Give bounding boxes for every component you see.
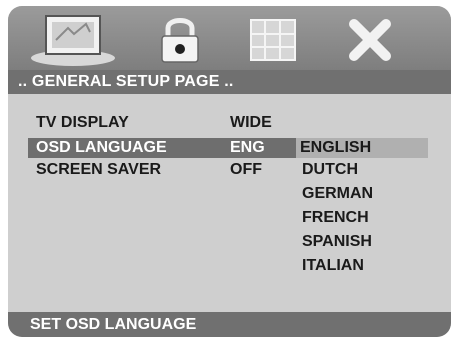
option-english[interactable]: ENGLISH <box>300 137 371 159</box>
option-german[interactable]: GERMAN <box>302 183 373 205</box>
setup-panel: .. GENERAL SETUP PAGE .. TV DISPLAY WIDE… <box>8 6 451 337</box>
menu-item-osd-language[interactable]: OSD LANGUAGE <box>36 137 167 159</box>
option-italian[interactable]: ITALIAN <box>302 255 364 277</box>
lock-icon[interactable] <box>156 14 204 66</box>
menu-item-label: OSD LANGUAGE <box>36 139 167 156</box>
option-spanish[interactable]: SPANISH <box>302 231 372 253</box>
menu-item-tv-display[interactable]: TV DISPLAY <box>36 112 129 134</box>
menu-item-osd-language-value: ENG <box>230 139 265 156</box>
tv-icon[interactable] <box>26 14 120 66</box>
top-icon-bar <box>8 6 451 70</box>
menu-item-label: SCREEN SAVER <box>36 161 162 178</box>
grid-icon[interactable] <box>243 14 303 66</box>
menu-item-tv-display-value: WIDE <box>230 114 272 131</box>
menu-item-screen-saver[interactable]: SCREEN SAVER <box>36 159 161 181</box>
status-hint: SET OSD LANGUAGE <box>8 312 451 337</box>
page-title: .. GENERAL SETUP PAGE .. <box>8 70 451 94</box>
menu-item-screen-saver-value: OFF <box>230 161 262 178</box>
close-icon[interactable] <box>342 14 398 66</box>
menu-item-label: TV DISPLAY <box>36 114 129 131</box>
option-french[interactable]: FRENCH <box>302 207 369 229</box>
option-dutch[interactable]: DUTCH <box>302 159 358 181</box>
